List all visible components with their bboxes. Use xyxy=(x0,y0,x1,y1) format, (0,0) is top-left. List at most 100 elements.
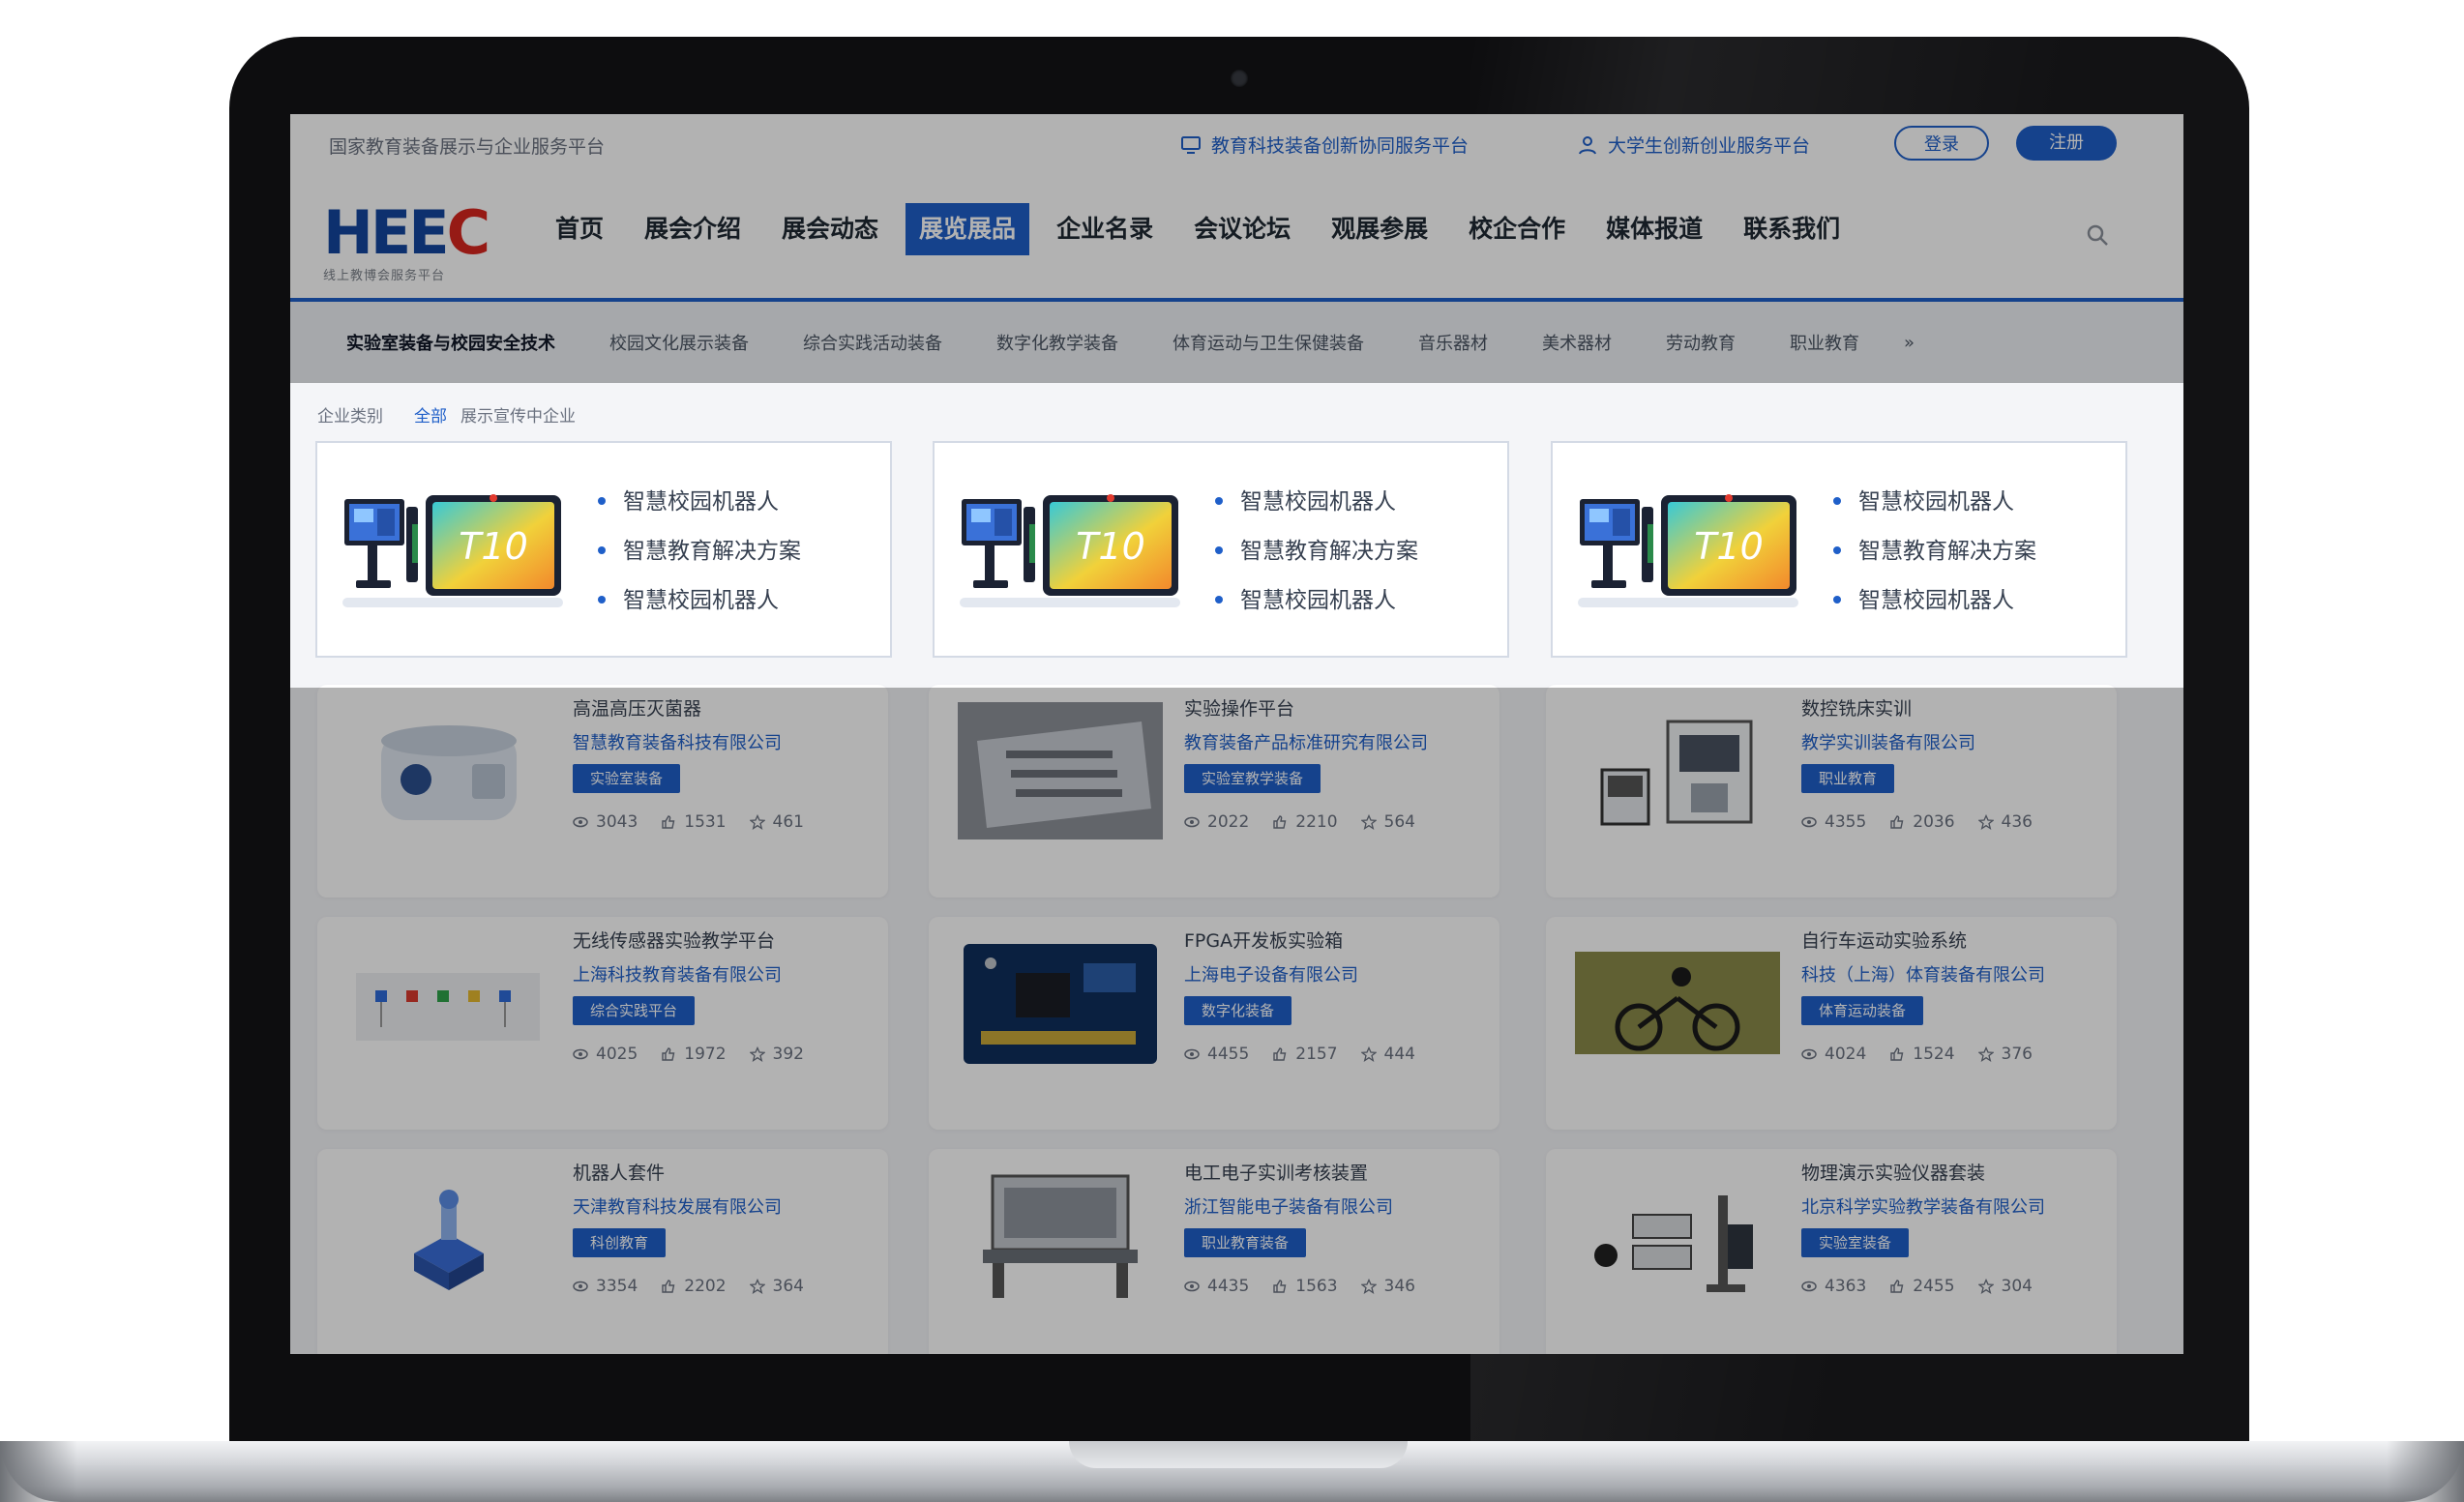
product-tag[interactable]: 实验室装备 xyxy=(573,764,681,793)
product-card[interactable]: 物理演示实验仪器套装 北京科学实验教学装备有限公司 实验室装备 4363 2455 304 xyxy=(1546,1149,2117,1354)
nav-item-4[interactable]: 企业名录 xyxy=(1043,203,1167,255)
product-image[interactable] xyxy=(1575,934,1780,1072)
likes-stat[interactable]: 2036 xyxy=(1889,812,1955,832)
product-card[interactable]: 实验操作平台 教育装备产品标准研究有限公司 实验室教学装备 2022 2210 564 xyxy=(929,685,1499,898)
nav-item-7[interactable]: 校企合作 xyxy=(1455,203,1579,255)
subnav-item-7[interactable]: 劳动教育 xyxy=(1639,330,1763,355)
login-button[interactable]: 登录 xyxy=(1894,126,1989,161)
product-card[interactable]: 自行车运动实验系统 科技（上海）体育装备有限公司 体育运动装备 4024 1524 376 xyxy=(1546,917,2117,1130)
register-button[interactable]: 注册 xyxy=(2016,126,2117,161)
likes-stat[interactable]: 2455 xyxy=(1889,1277,1955,1296)
feature-item[interactable]: 智慧教育解决方案 xyxy=(1213,527,1418,576)
product-card[interactable]: 高温高压灭菌器 智慧教育装备科技有限公司 实验室装备 3043 1531 461 xyxy=(317,685,888,898)
product-title[interactable]: 电工电子实训考核装置 xyxy=(1184,1159,1368,1185)
subnav-item-5[interactable]: 音乐器材 xyxy=(1391,330,1515,355)
product-company[interactable]: 教学实训装备有限公司 xyxy=(1801,729,1975,754)
nav-item-1[interactable]: 展会介绍 xyxy=(631,203,755,255)
favorites-stat[interactable]: 564 xyxy=(1360,812,1415,832)
product-company[interactable]: 浙江智能电子装备有限公司 xyxy=(1184,1193,1393,1219)
subnav-item-4[interactable]: 体育运动与卫生保健装备 xyxy=(1145,330,1391,355)
product-image[interactable] xyxy=(958,934,1163,1072)
product-card[interactable]: 数控铣床实训 教学实训装备有限公司 职业教育 4355 2036 436 xyxy=(1546,685,2117,898)
product-title[interactable]: 无线传感器实验教学平台 xyxy=(573,927,775,953)
product-image[interactable] xyxy=(346,702,551,839)
product-tag[interactable]: 综合实践平台 xyxy=(573,996,696,1025)
search-icon[interactable] xyxy=(2085,222,2110,248)
nav-item-3[interactable]: 展览展品 xyxy=(905,203,1030,255)
product-tag[interactable]: 职业教育装备 xyxy=(1184,1228,1307,1257)
likes-stat[interactable]: 1563 xyxy=(1272,1277,1338,1296)
likes-stat[interactable]: 2202 xyxy=(661,1277,727,1296)
product-title[interactable]: 机器人套件 xyxy=(573,1159,665,1185)
product-company[interactable]: 上海电子设备有限公司 xyxy=(1184,961,1358,987)
product-company[interactable]: 上海科技教育装备有限公司 xyxy=(573,961,782,987)
product-company[interactable]: 北京科学实验教学装备有限公司 xyxy=(1801,1193,2045,1219)
likes-stat[interactable]: 1524 xyxy=(1889,1045,1955,1064)
feature-item[interactable]: 智慧校园机器人 xyxy=(1831,478,2036,527)
product-tag[interactable]: 数字化装备 xyxy=(1184,996,1292,1025)
feature-item[interactable]: 智慧教育解决方案 xyxy=(1831,527,2036,576)
feature-item[interactable]: 智慧校园机器人 xyxy=(1213,576,1418,626)
product-image[interactable] xyxy=(346,934,551,1072)
feature-item[interactable]: 智慧校园机器人 xyxy=(596,576,801,626)
likes-stat[interactable]: 1972 xyxy=(661,1045,727,1064)
featured-card[interactable]: T10 智慧校园机器人 智慧教育解决方案 智慧校园机器人 xyxy=(1551,441,2127,658)
product-tag[interactable]: 实验室装备 xyxy=(1801,1228,1910,1257)
feature-item[interactable]: 智慧校园机器人 xyxy=(596,478,801,527)
feature-item[interactable]: 智慧校园机器人 xyxy=(1213,478,1418,527)
product-tag[interactable]: 体育运动装备 xyxy=(1801,996,1924,1025)
likes-stat[interactable]: 2210 xyxy=(1272,812,1338,832)
favorites-stat[interactable]: 376 xyxy=(1977,1045,2033,1064)
product-tag[interactable]: 实验室教学装备 xyxy=(1184,764,1321,793)
product-image[interactable] xyxy=(958,1166,1163,1304)
nav-item-6[interactable]: 观展参展 xyxy=(1318,203,1441,255)
product-image[interactable] xyxy=(1575,1166,1780,1304)
featured-card[interactable]: T10 智慧校园机器人 智慧教育解决方案 智慧校园机器人 xyxy=(933,441,1509,658)
product-company[interactable]: 科技（上海）体育装备有限公司 xyxy=(1801,961,2045,987)
subnav-item-8[interactable]: 职业教育 xyxy=(1763,330,1886,355)
product-card[interactable]: 电工电子实训考核装置 浙江智能电子装备有限公司 职业教育装备 4435 1563 346 xyxy=(929,1149,1499,1354)
product-title[interactable]: FPGA开发板实验箱 xyxy=(1184,927,1343,953)
favorites-stat[interactable]: 346 xyxy=(1360,1277,1415,1296)
nav-item-2[interactable]: 展会动态 xyxy=(768,203,892,255)
product-card[interactable]: FPGA开发板实验箱 上海电子设备有限公司 数字化装备 4455 2157 444 xyxy=(929,917,1499,1130)
product-title[interactable]: 数控铣床实训 xyxy=(1801,694,1912,721)
product-title[interactable]: 自行车运动实验系统 xyxy=(1801,927,1967,953)
product-image[interactable] xyxy=(958,702,1163,839)
site-logo[interactable]: HEEC 线上教博会服务平台 xyxy=(323,203,490,284)
product-title[interactable]: 实验操作平台 xyxy=(1184,694,1294,721)
startup-platform-link[interactable]: 大学生创新创业服务平台 xyxy=(1577,132,1810,158)
product-tag[interactable]: 职业教育 xyxy=(1801,764,1895,793)
product-company[interactable]: 教育装备产品标准研究有限公司 xyxy=(1184,729,1428,754)
nav-item-9[interactable]: 联系我们 xyxy=(1730,203,1854,255)
product-title[interactable]: 高温高压灭菌器 xyxy=(573,694,701,721)
nav-item-8[interactable]: 媒体报道 xyxy=(1592,203,1716,255)
favorites-stat[interactable]: 392 xyxy=(749,1045,804,1064)
favorites-stat[interactable]: 461 xyxy=(749,812,804,832)
subnav-item-0[interactable]: 实验室装备与校园安全技术 xyxy=(290,330,582,355)
subnav-item-2[interactable]: 综合实践活动装备 xyxy=(776,330,969,355)
favorites-stat[interactable]: 436 xyxy=(1977,812,2033,832)
favorites-stat[interactable]: 304 xyxy=(1977,1277,2033,1296)
product-title[interactable]: 物理演示实验仪器套装 xyxy=(1801,1159,1985,1185)
featured-card[interactable]: T10 智慧校园机器人 智慧教育解决方案 智慧校园机器人 xyxy=(315,441,892,658)
subnav-item-3[interactable]: 数字化教学装备 xyxy=(969,330,1145,355)
likes-stat[interactable]: 2157 xyxy=(1272,1045,1338,1064)
feature-item[interactable]: 智慧教育解决方案 xyxy=(596,527,801,576)
subnav-more-arrow[interactable]: » xyxy=(1886,333,1942,353)
innovation-platform-link[interactable]: 教育科技装备创新协同服务平台 xyxy=(1180,132,1469,158)
subnav-item-6[interactable]: 美术器材 xyxy=(1515,330,1639,355)
likes-stat[interactable]: 1531 xyxy=(661,812,727,832)
product-card[interactable]: 机器人套件 天津教育科技发展有限公司 科创教育 3354 2202 364 xyxy=(317,1149,888,1354)
product-company[interactable]: 智慧教育装备科技有限公司 xyxy=(573,729,782,754)
nav-item-0[interactable]: 首页 xyxy=(542,203,617,255)
product-image[interactable] xyxy=(346,1166,551,1304)
product-company[interactable]: 天津教育科技发展有限公司 xyxy=(573,1193,782,1219)
product-tag[interactable]: 科创教育 xyxy=(573,1228,667,1257)
subnav-item-1[interactable]: 校园文化展示装备 xyxy=(582,330,776,355)
crumb-category[interactable]: 企业类别 xyxy=(317,402,383,427)
favorites-stat[interactable]: 364 xyxy=(749,1277,804,1296)
product-image[interactable] xyxy=(1575,702,1780,839)
crumb-all[interactable]: 全部 xyxy=(414,402,447,427)
favorites-stat[interactable]: 444 xyxy=(1360,1045,1415,1064)
